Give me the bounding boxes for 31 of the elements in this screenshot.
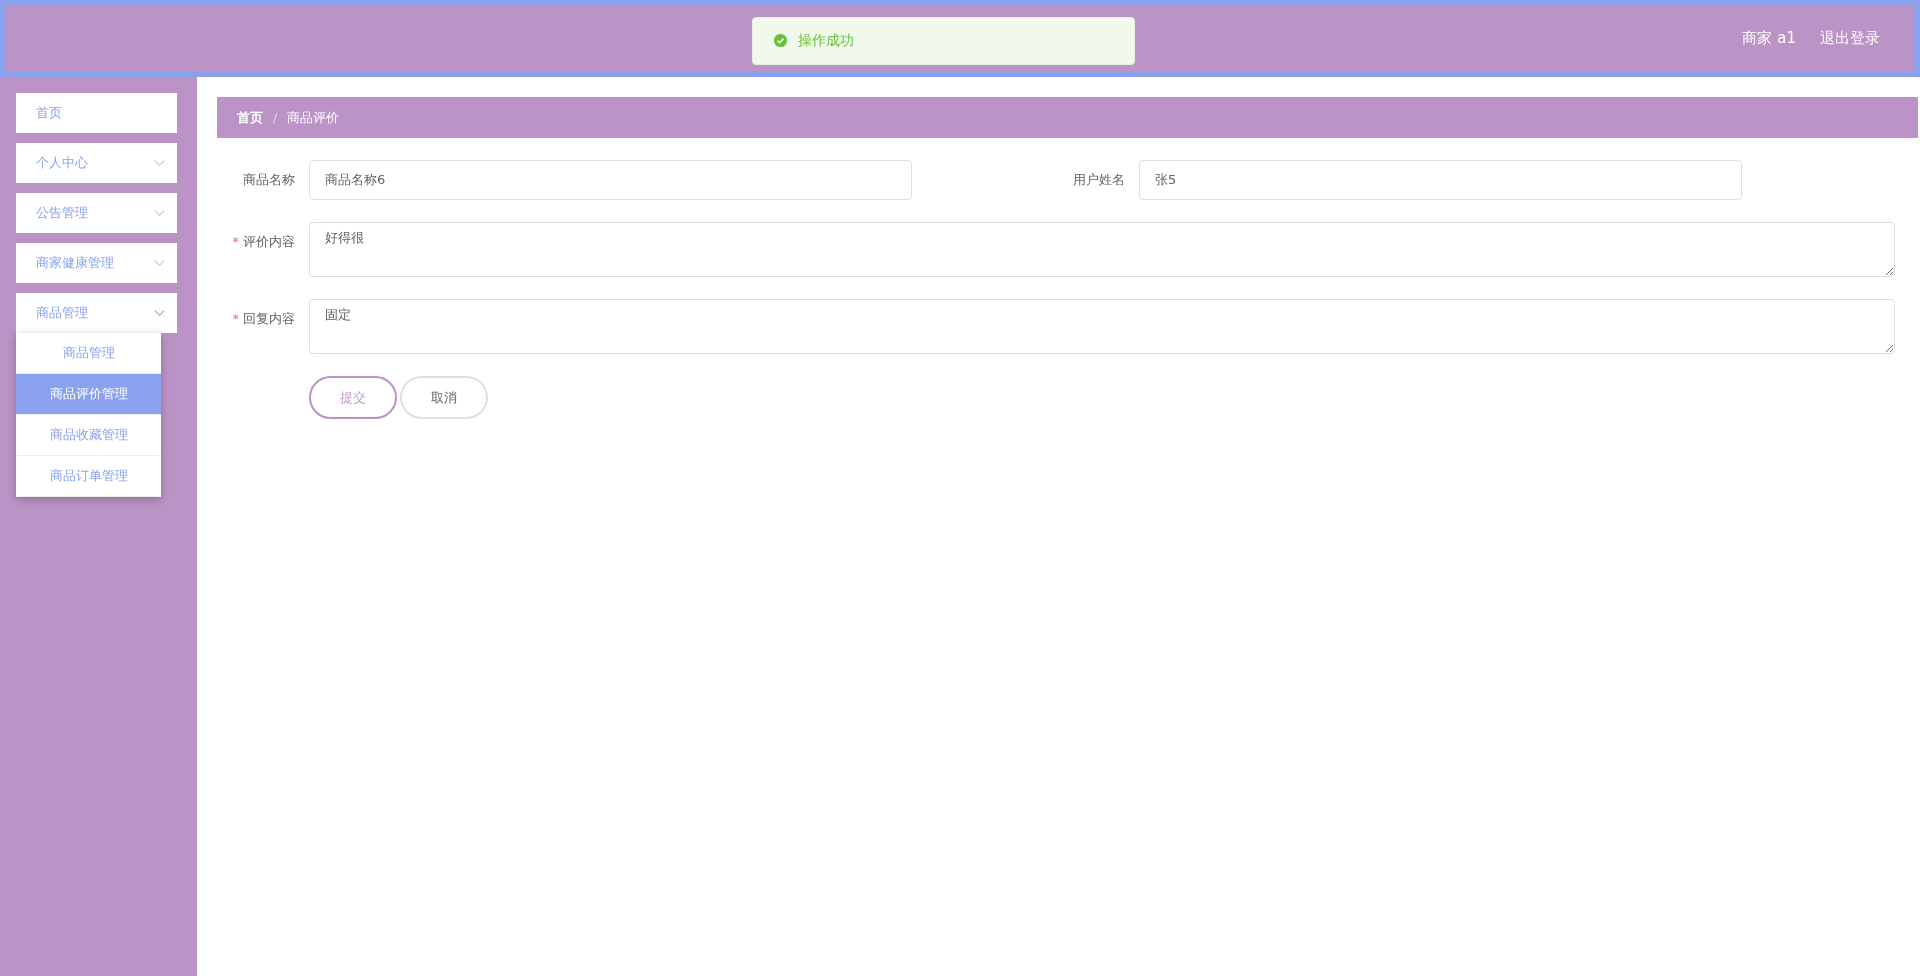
- breadcrumb-item: 商品评价: [287, 108, 340, 127]
- chevron-icon: [154, 159, 165, 167]
- breadcrumb-separator: /: [273, 110, 278, 125]
- chevron-icon: [154, 309, 165, 317]
- sidebar-item[interactable]: 首页: [16, 93, 177, 133]
- field-label: 评价内容: [243, 234, 295, 249]
- sidebar-item[interactable]: 个人中心: [16, 143, 177, 183]
- sidebar-item[interactable]: 商品管理: [16, 293, 177, 333]
- user-name: 商家 a1: [1742, 29, 1796, 48]
- submenu-item[interactable]: 商品评价管理: [16, 374, 161, 415]
- check-circle-icon: [772, 33, 788, 48]
- breadcrumb-item[interactable]: 首页: [237, 108, 263, 127]
- logout-link[interactable]: 退出登录: [1820, 29, 1880, 48]
- sidebar-item[interactable]: 商家健康管理: [16, 243, 177, 283]
- chevron-icon: [154, 209, 165, 217]
- text-area[interactable]: 好得很: [309, 222, 1895, 277]
- toast-text: 操作成功: [797, 31, 854, 50]
- input-field[interactable]: 张5: [1139, 160, 1742, 200]
- cancel-button[interactable]: 取消: [400, 376, 488, 419]
- required-mark: *: [232, 234, 239, 249]
- submenu-item[interactable]: 商品收藏管理: [16, 415, 161, 456]
- sidebar-item[interactable]: 公告管理: [16, 193, 177, 233]
- submit-button[interactable]: 提交: [309, 376, 397, 419]
- input-field[interactable]: 商品名称6: [309, 160, 912, 200]
- chevron-icon: [154, 259, 165, 267]
- text-area[interactable]: 固定: [309, 299, 1895, 354]
- required-mark: *: [232, 311, 239, 326]
- field-label: 回复内容: [243, 311, 295, 326]
- submenu-item[interactable]: 商品订单管理: [16, 456, 161, 497]
- field-label: 用户姓名: [1073, 172, 1125, 187]
- field-label: 商品名称: [243, 172, 295, 187]
